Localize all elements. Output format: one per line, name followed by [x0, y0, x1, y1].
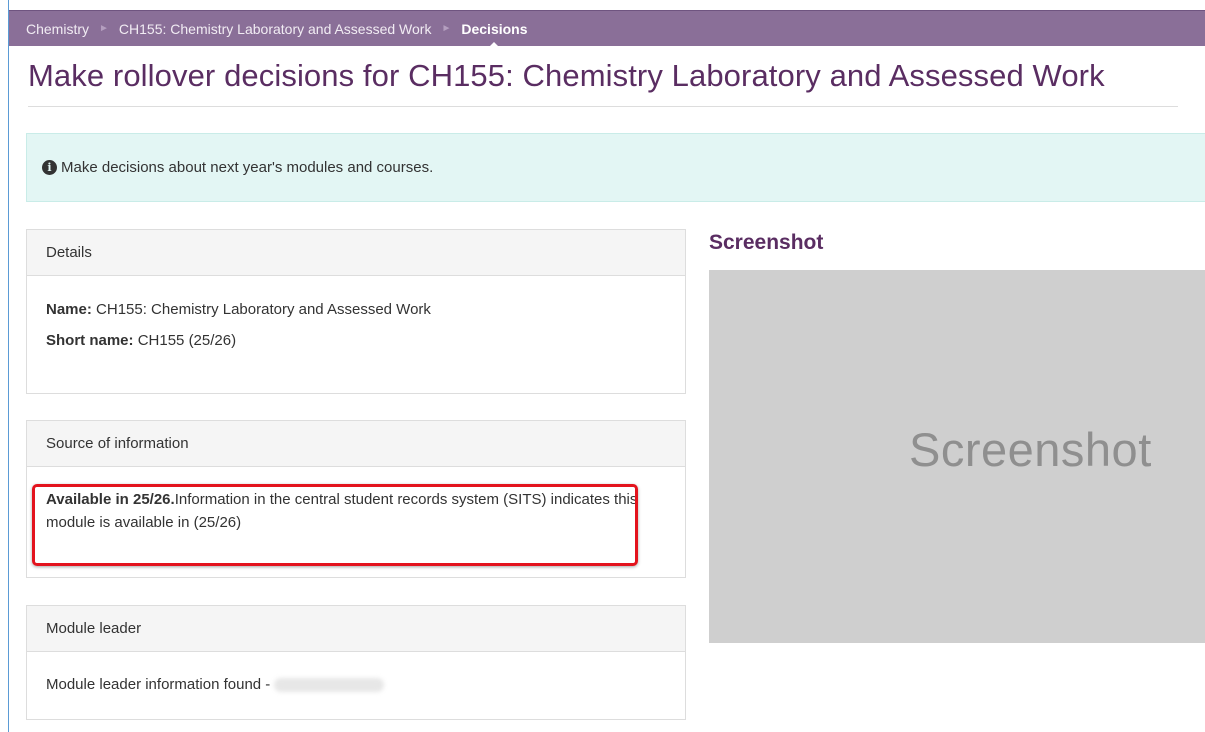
module-leader-body: Module leader information found -	[27, 652, 685, 693]
info-icon: i	[42, 160, 57, 175]
page-title: Make rollover decisions for CH155: Chemi…	[28, 58, 1105, 93]
breadcrumb-separator-icon: ►	[441, 23, 452, 34]
availability-year: (25/26)	[193, 514, 242, 531]
title-divider	[28, 106, 1178, 107]
module-name-value: CH155: Chemistry Laboratory and Assessed…	[96, 301, 431, 318]
module-name-row: Name: CH155: Chemistry Laboratory and As…	[46, 300, 666, 320]
short-name-value: CH155	[137, 332, 185, 349]
left-border	[8, 0, 9, 732]
info-alert-text: Make decisions about next year's modules…	[61, 159, 434, 176]
breadcrumb: Chemistry ► CH155: Chemistry Laboratory …	[9, 10, 1205, 48]
module-leader-heading: Module leader	[27, 606, 685, 652]
breadcrumb-item-module[interactable]: CH155: Chemistry Laboratory and Assessed…	[119, 21, 432, 37]
screenshot-image: Screenshot	[709, 270, 1205, 643]
module-leader-text: Module leader information found -	[46, 676, 271, 693]
screenshot-placeholder: Screenshot	[909, 423, 1152, 476]
source-panel-body: Available in 25/26.Information in the ce…	[27, 467, 685, 534]
module-leader-panel: Module leader Module leader information …	[26, 605, 686, 720]
module-name-label: Name:	[46, 301, 92, 318]
source-panel-heading: Source of information	[27, 421, 685, 467]
breadcrumb-item-chemistry[interactable]: Chemistry	[26, 21, 89, 37]
breadcrumb-caret-icon	[488, 41, 501, 48]
redacted-leader-id	[274, 678, 385, 693]
screenshot-heading: Screenshot	[709, 231, 824, 254]
short-name-label: Short name:	[46, 332, 134, 349]
details-panel: Details Name: CH155: Chemistry Laborator…	[26, 229, 686, 394]
info-alert: i Make decisions about next year's modul…	[26, 133, 1205, 202]
source-panel: Source of information Available in 25/26…	[26, 420, 686, 578]
details-panel-body: Name: CH155: Chemistry Laboratory and As…	[27, 276, 685, 351]
breadcrumb-item-decisions: Decisions	[461, 20, 528, 48]
short-name-year: (25/26)	[188, 332, 237, 349]
breadcrumb-current-label: Decisions	[461, 20, 528, 37]
availability-status: Available in 25/26.	[46, 491, 175, 508]
details-panel-heading: Details	[27, 230, 685, 276]
breadcrumb-separator-icon: ►	[99, 23, 109, 34]
short-name-row: Short name: CH155 (25/26)	[46, 331, 666, 351]
